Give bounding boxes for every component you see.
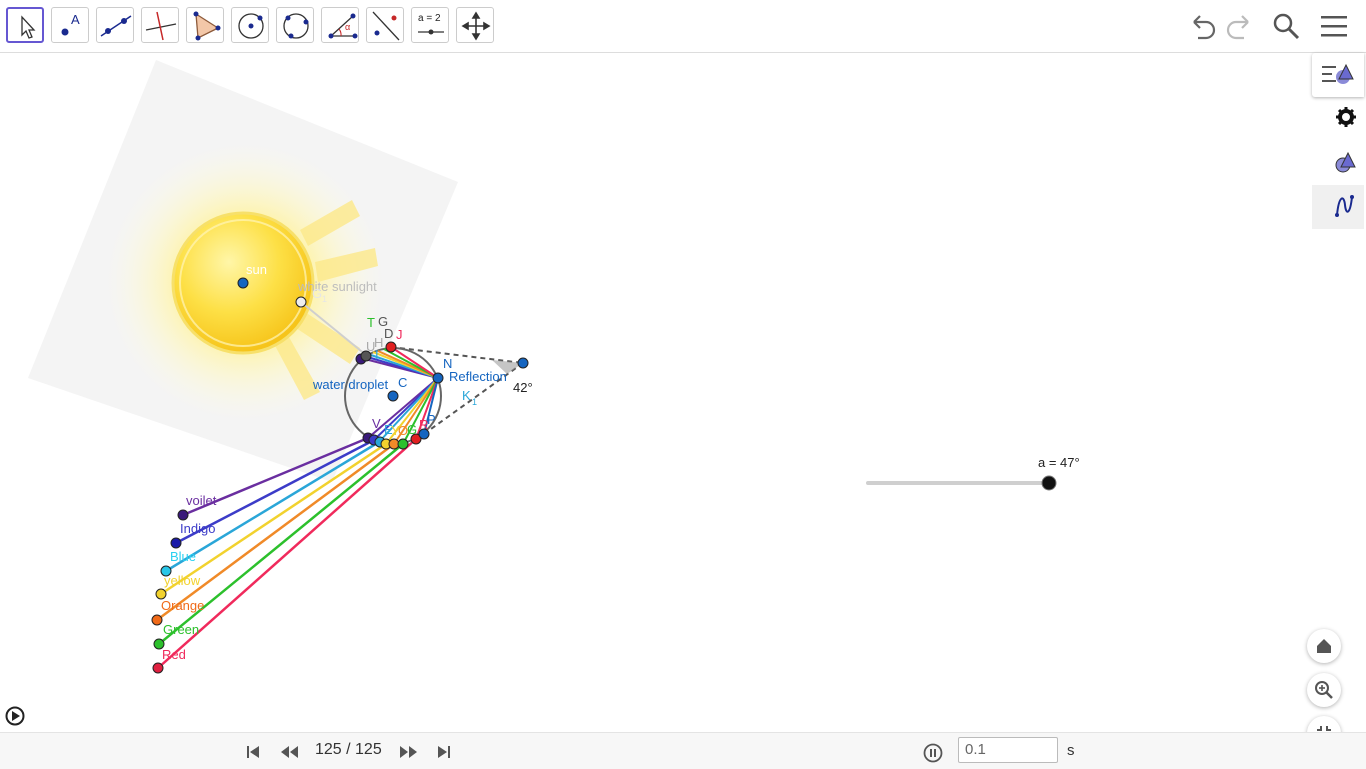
slider-icon bbox=[418, 29, 444, 35]
reflection-label: Reflection bbox=[449, 369, 507, 384]
k1-label: K bbox=[462, 388, 471, 403]
line-icon bbox=[100, 15, 132, 37]
c-label: C bbox=[398, 375, 407, 390]
undo-button[interactable] bbox=[1186, 10, 1218, 42]
hamburger-menu-icon bbox=[1321, 16, 1347, 37]
circle-three-points-tool[interactable] bbox=[276, 7, 314, 43]
angle-tool-label: α bbox=[345, 22, 351, 32]
g-label-bottom: G bbox=[407, 422, 417, 437]
point-n[interactable] bbox=[432, 372, 444, 384]
home-icon bbox=[1317, 639, 1331, 653]
k1-sub-label: 1 bbox=[472, 397, 477, 407]
graphics-view[interactable]: sun white sunlight G 1 T G D J H U I N R… bbox=[0, 53, 1366, 733]
d-label: D bbox=[384, 326, 393, 341]
menu-button[interactable] bbox=[1318, 10, 1350, 42]
point-k1[interactable] bbox=[517, 357, 529, 369]
point-g1[interactable] bbox=[295, 296, 307, 308]
settings-button[interactable] bbox=[1312, 97, 1364, 141]
point-g[interactable] bbox=[397, 438, 409, 450]
perpendicular-tool[interactable] bbox=[141, 7, 179, 43]
move-arrows-icon bbox=[461, 11, 491, 41]
construction-canvas[interactable]: sun white sunlight G 1 T G D J H U I N R… bbox=[0, 53, 1366, 733]
point-d[interactable] bbox=[385, 341, 397, 353]
line-tool[interactable] bbox=[96, 7, 134, 43]
algebra-shapes-icon bbox=[1322, 63, 1354, 84]
perpendicular-line-icon bbox=[145, 11, 177, 41]
point-indigo[interactable] bbox=[170, 537, 182, 549]
voilet-label: voilet bbox=[186, 493, 217, 508]
point-voilet[interactable] bbox=[177, 509, 189, 521]
point-c[interactable] bbox=[387, 390, 399, 402]
move-view-tool[interactable] bbox=[456, 7, 494, 43]
yellow-label: yellow bbox=[164, 573, 201, 588]
g1-sub-label: 1 bbox=[322, 294, 327, 304]
i-label-top: I bbox=[375, 347, 379, 362]
slider-a[interactable] bbox=[866, 475, 1057, 491]
reflect-icon bbox=[372, 11, 400, 41]
graphing-view-button[interactable] bbox=[1312, 185, 1364, 229]
green-label: Green bbox=[163, 622, 199, 637]
angle-label: 42° bbox=[513, 380, 533, 395]
animation-bar: 125 / 125 0.1 s bbox=[0, 732, 1366, 769]
toolbar: A α a = 2 bbox=[0, 0, 1366, 53]
point-red[interactable] bbox=[152, 662, 164, 674]
red-label: Red bbox=[162, 647, 186, 662]
pause-button[interactable] bbox=[923, 743, 943, 763]
next-frame-button[interactable] bbox=[398, 743, 420, 761]
shapes-icon bbox=[1335, 151, 1356, 173]
blue-label: Blue bbox=[170, 549, 196, 564]
undo-icon bbox=[1193, 15, 1216, 40]
slider-thumb[interactable] bbox=[1041, 475, 1057, 491]
point-tool-label: A bbox=[71, 12, 80, 27]
g1-label: G bbox=[312, 286, 322, 301]
previous-frame-button[interactable] bbox=[278, 743, 300, 761]
home-button[interactable] bbox=[1307, 629, 1341, 663]
zoom-in-button[interactable] bbox=[1307, 673, 1341, 707]
side-panel bbox=[1312, 53, 1366, 253]
search-icon bbox=[1273, 13, 1300, 40]
water-droplet-label: water droplet bbox=[312, 377, 389, 392]
angle-tool[interactable]: α bbox=[321, 7, 359, 43]
white-sunlight-label: white sunlight bbox=[297, 279, 377, 294]
sun-point[interactable] bbox=[237, 277, 249, 289]
circle-icon bbox=[238, 13, 264, 39]
slider-label: a = 47° bbox=[1038, 455, 1080, 470]
t-label: T bbox=[367, 315, 375, 330]
point-tool[interactable]: A bbox=[51, 7, 89, 43]
p-label: P bbox=[427, 412, 436, 427]
speed-input[interactable]: 0.1 bbox=[958, 737, 1058, 763]
v-label: V bbox=[372, 416, 381, 431]
speed-unit: s bbox=[1067, 742, 1075, 759]
cursor-arrow-icon bbox=[21, 15, 36, 39]
circle-tool[interactable] bbox=[231, 7, 269, 43]
slider-tool[interactable]: a = 2 bbox=[411, 7, 449, 43]
redo-icon bbox=[1226, 15, 1249, 40]
j-label: J bbox=[396, 327, 403, 342]
u-label: U bbox=[366, 339, 375, 354]
algebra-view-button[interactable] bbox=[1312, 53, 1364, 97]
last-frame-button[interactable] bbox=[435, 743, 453, 761]
sun-label: sun bbox=[246, 262, 267, 277]
polygon-tool[interactable] bbox=[186, 7, 224, 43]
gear-icon bbox=[1336, 107, 1356, 127]
zoom-in-icon bbox=[1315, 681, 1333, 699]
indigo-label: Indigo bbox=[180, 521, 215, 536]
polygon-icon bbox=[193, 11, 221, 41]
circle-three-points-icon bbox=[283, 13, 309, 39]
point-orange[interactable] bbox=[151, 614, 163, 626]
function-graph-icon bbox=[1335, 195, 1354, 217]
redo-button[interactable] bbox=[1224, 10, 1256, 42]
first-frame-button[interactable] bbox=[244, 743, 262, 761]
reflect-tool[interactable] bbox=[366, 7, 404, 43]
orange-label: Orange bbox=[161, 598, 204, 613]
sun-image bbox=[28, 60, 458, 482]
frame-counter: 125 / 125 bbox=[315, 741, 382, 758]
play-animation-button[interactable] bbox=[5, 706, 25, 726]
angle-icon bbox=[328, 13, 358, 39]
move-tool[interactable] bbox=[6, 7, 44, 43]
search-button[interactable] bbox=[1270, 10, 1302, 42]
graphics-view-button[interactable] bbox=[1312, 141, 1364, 185]
